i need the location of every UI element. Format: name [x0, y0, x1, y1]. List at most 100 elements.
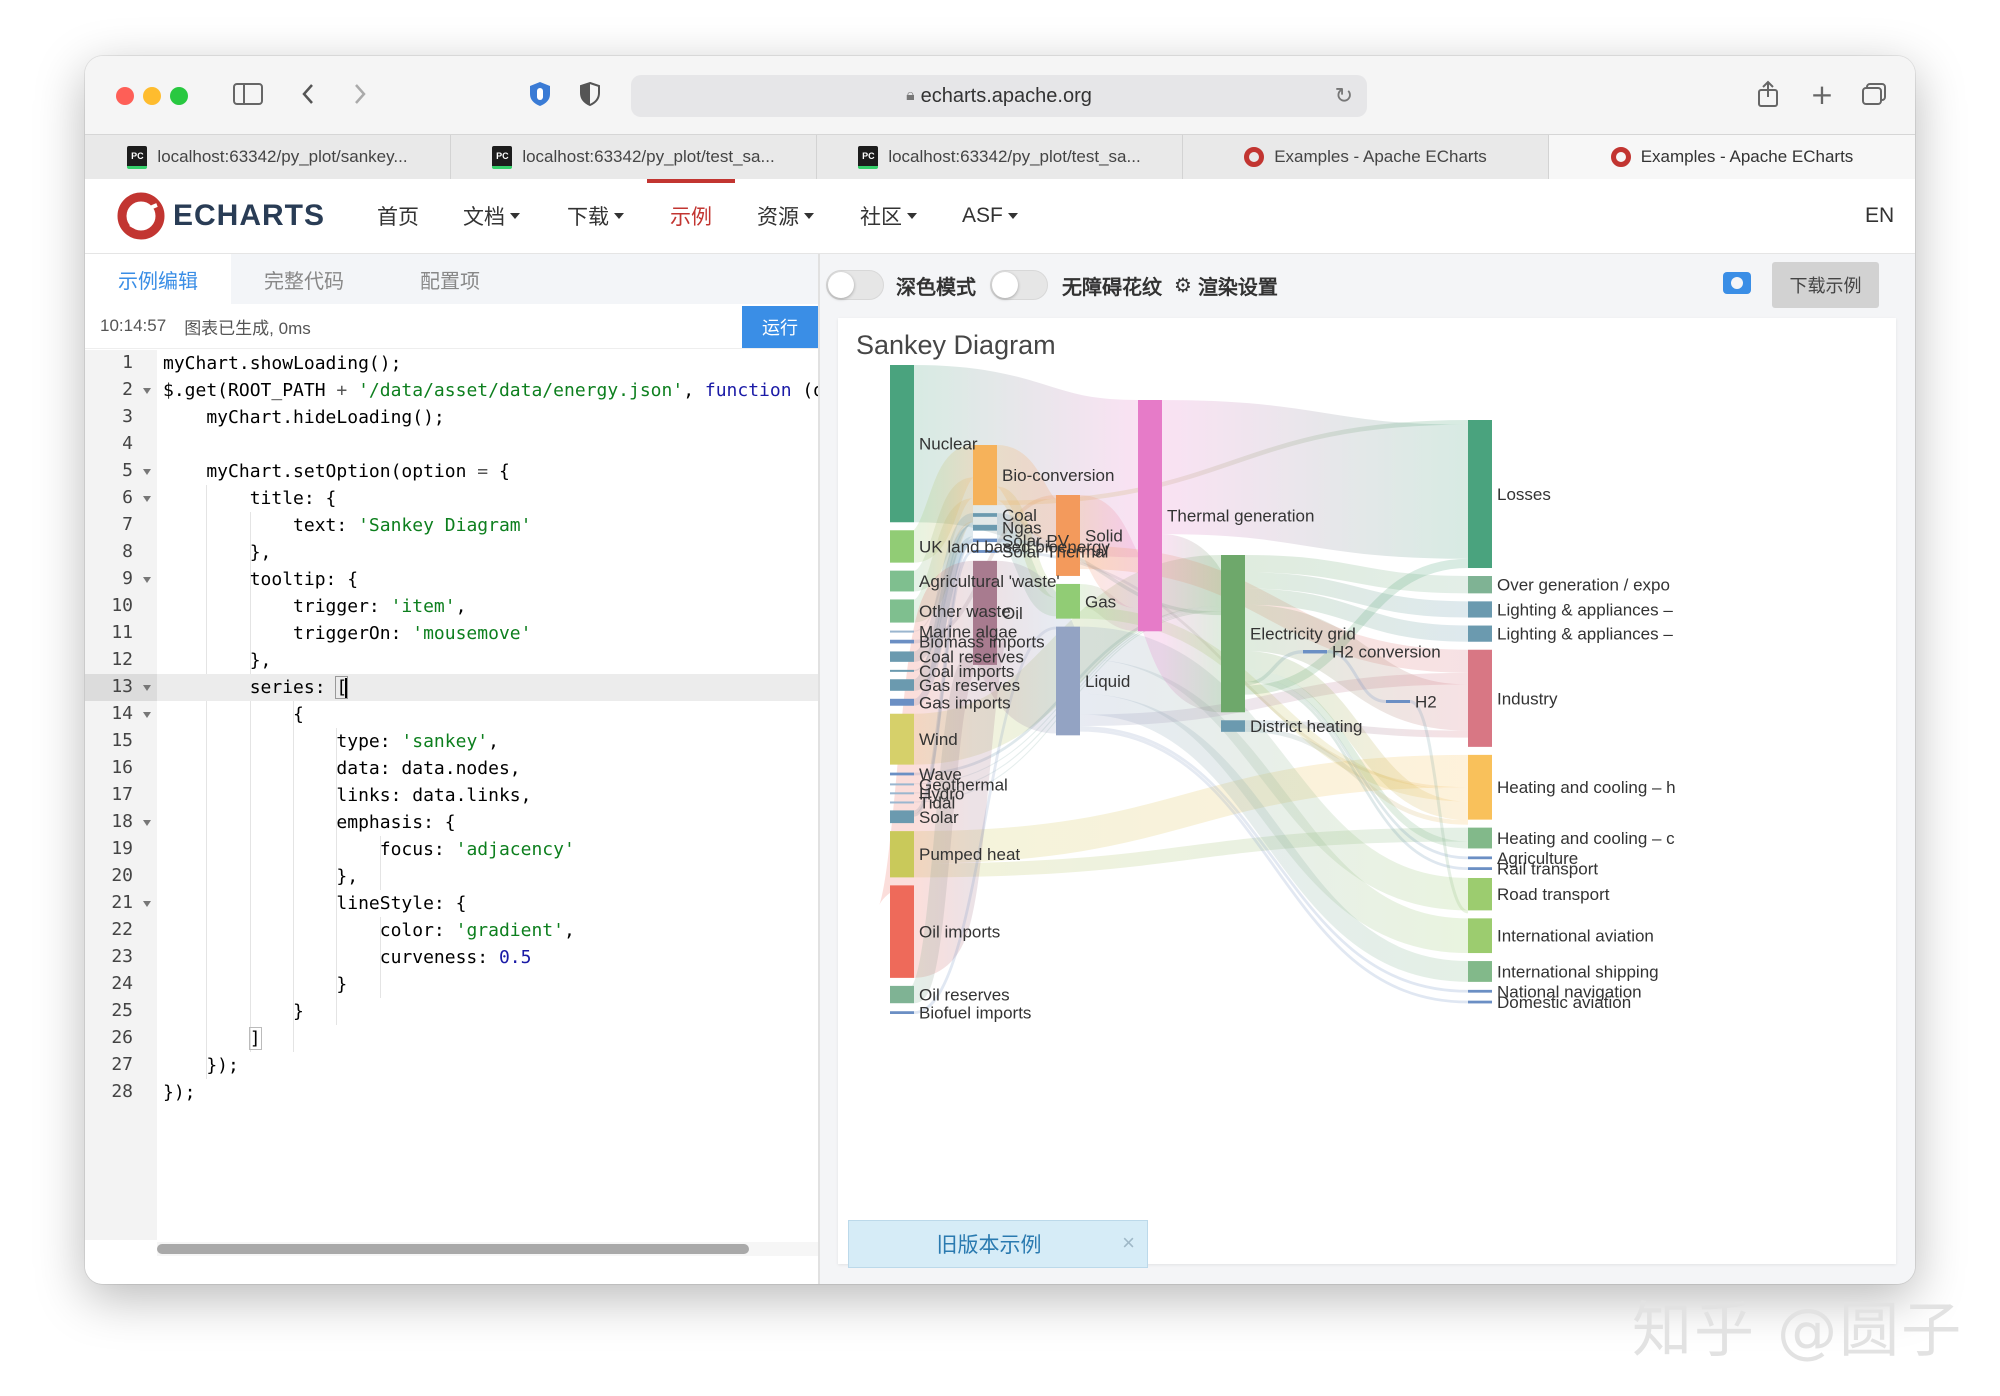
sankey-node[interactable] [1468, 878, 1492, 910]
sankey-node[interactable] [1468, 576, 1492, 593]
sankey-node[interactable] [890, 986, 914, 1003]
code-line[interactable]: series: [ [157, 674, 818, 701]
dark-mode-toggle[interactable] [826, 270, 884, 300]
sankey-node[interactable] [890, 365, 914, 522]
tab-overview-icon[interactable] [1859, 76, 1889, 112]
sankey-node[interactable] [1221, 720, 1245, 732]
fold-arrow-icon[interactable] [143, 820, 151, 826]
code-line[interactable]: myChart.setOption(option = { [157, 458, 818, 485]
sankey-node[interactable] [890, 1011, 914, 1014]
nav-examples[interactable]: 示例 [670, 179, 712, 253]
fold-arrow-icon[interactable] [143, 469, 151, 475]
fold-arrow-icon[interactable] [143, 577, 151, 583]
address-bar[interactable]: 🔒︎ echarts.apache.org ↻ [631, 75, 1367, 117]
sankey-node[interactable] [1468, 755, 1492, 820]
browser-tab[interactable]: Examples - Apache ECharts [1183, 135, 1549, 179]
code-line[interactable] [157, 431, 818, 458]
sankey-node[interactable] [890, 571, 914, 592]
nav-docs[interactable]: 文档 [463, 179, 520, 253]
code-line[interactable]: focus: 'adjacency' [157, 836, 818, 863]
fold-arrow-icon[interactable] [143, 496, 151, 502]
nav-asf[interactable]: ASF [962, 179, 1018, 253]
close-icon[interactable]: × [1122, 1230, 1135, 1256]
shield-icon[interactable] [575, 76, 605, 112]
code-line[interactable]: type: 'sankey', [157, 728, 818, 755]
sankey-node[interactable] [1468, 650, 1492, 747]
minimize-window-button[interactable] [143, 87, 161, 105]
run-button[interactable]: 运行 [742, 306, 818, 348]
sankey-node[interactable] [890, 792, 914, 794]
code-line[interactable]: links: data.links, [157, 782, 818, 809]
forward-icon[interactable] [345, 76, 375, 112]
nav-resources[interactable]: 资源 [757, 179, 814, 253]
fold-arrow-icon[interactable] [143, 388, 151, 394]
browser-tab[interactable]: PC localhost:63342/py_plot/test_sa... [451, 135, 817, 179]
sankey-node[interactable] [890, 640, 914, 644]
sankey-node[interactable] [973, 445, 997, 505]
nav-home[interactable]: 首页 [377, 179, 419, 253]
sankey-node[interactable] [1468, 601, 1492, 617]
code-line[interactable]: emphasis: { [157, 809, 818, 836]
sankey-node[interactable] [1468, 420, 1492, 568]
code-line[interactable]: } [157, 998, 818, 1025]
sankey-node[interactable] [973, 525, 997, 531]
code-line[interactable]: }, [157, 647, 818, 674]
sankey-node[interactable] [890, 885, 914, 978]
sankey-node[interactable] [890, 530, 914, 562]
sankey-node[interactable] [890, 801, 914, 803]
sankey-node[interactable] [890, 783, 914, 785]
sankey-node[interactable] [1468, 828, 1492, 849]
sankey-node[interactable] [1303, 650, 1327, 653]
code-line[interactable]: }, [157, 863, 818, 890]
fold-arrow-icon[interactable] [143, 901, 151, 907]
sankey-node[interactable] [1221, 555, 1245, 712]
echarts-logo[interactable]: ECHARTS [117, 191, 325, 241]
code-line[interactable]: curveness: 0.5 [157, 944, 818, 971]
scrollbar-thumb[interactable] [157, 1244, 749, 1254]
sankey-node[interactable] [890, 679, 914, 691]
sankey-node[interactable] [890, 631, 914, 633]
code-line[interactable]: }); [157, 1079, 818, 1106]
sankey-node[interactable] [1468, 918, 1492, 953]
code-line[interactable]: triggerOn: 'mousemove' [157, 620, 818, 647]
sankey-node[interactable] [1468, 1001, 1492, 1004]
nav-community[interactable]: 社区 [860, 179, 917, 253]
old-version-link[interactable]: 旧版本示例 [849, 1221, 1129, 1267]
sankey-link[interactable] [1162, 467, 1468, 492]
tab-full-code[interactable]: 完整代码 [231, 254, 377, 304]
sankey-node[interactable] [1468, 990, 1492, 993]
fold-arrow-icon[interactable] [143, 712, 151, 718]
code-editor[interactable]: myChart.showLoading();$.get(ROOT_PATH + … [157, 350, 818, 1240]
sankey-node[interactable] [890, 773, 914, 776]
code-line[interactable]: title: { [157, 485, 818, 512]
sankey-link[interactable] [1162, 583, 1221, 664]
browser-tab[interactable]: PC localhost:63342/py_plot/sankey... [85, 135, 451, 179]
code-line[interactable]: $.get(ROOT_PATH + '/data/asset/data/ener… [157, 377, 818, 404]
code-line[interactable]: lineStyle: { [157, 890, 818, 917]
sankey-node[interactable] [890, 670, 914, 672]
aria-pattern-toggle[interactable] [990, 270, 1048, 300]
download-example-button[interactable]: 下载示例 [1772, 262, 1879, 308]
back-icon[interactable] [293, 76, 323, 112]
new-tab-icon[interactable]: + [1807, 76, 1837, 112]
sankey-node[interactable] [1468, 626, 1492, 642]
sidebar-toggle-icon[interactable] [230, 76, 266, 112]
code-line[interactable]: color: 'gradient', [157, 917, 818, 944]
editor-horizontal-scrollbar[interactable] [157, 1242, 818, 1256]
close-window-button[interactable] [116, 87, 134, 105]
code-line[interactable]: tooltip: { [157, 566, 818, 593]
sankey-node[interactable] [1468, 867, 1492, 870]
tab-options[interactable]: 配置项 [377, 254, 523, 304]
camera-icon[interactable] [1723, 272, 1751, 294]
code-line[interactable]: }); [157, 1052, 818, 1079]
code-line[interactable]: } [157, 971, 818, 998]
code-line[interactable]: myChart.hideLoading(); [157, 404, 818, 431]
browser-tab-active[interactable]: Examples - Apache ECharts [1549, 135, 1915, 179]
code-line[interactable]: ] [157, 1025, 818, 1052]
share-icon[interactable] [1753, 76, 1783, 112]
code-line[interactable]: }, [157, 539, 818, 566]
fold-arrow-icon[interactable] [143, 685, 151, 691]
sankey-node[interactable] [890, 651, 914, 661]
sankey-node[interactable] [890, 599, 914, 622]
sankey-node[interactable] [1468, 961, 1492, 982]
